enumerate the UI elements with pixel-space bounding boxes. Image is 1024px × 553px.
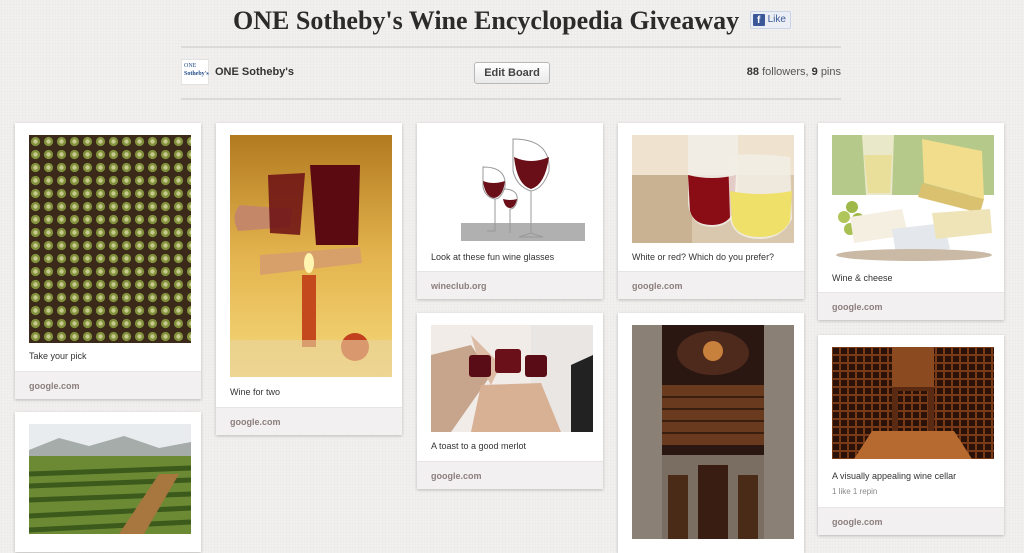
like-label: Like [767,14,786,26]
pin-card[interactable]: A visually appealing wine cellar 1 like … [818,335,1004,535]
pin-description: Wine for two [230,387,281,397]
pin-description: Wine & cheese [832,273,893,283]
pin-stats: 1 like 1 repin [832,487,877,496]
pin-source-link[interactable]: google.com [818,292,1004,320]
pin-card[interactable] [15,412,201,552]
wine-rack-bottles-image[interactable] [29,135,191,343]
edit-board-button[interactable]: Edit Board [474,62,550,84]
wine-glasses-image[interactable] [431,135,593,243]
stone-cellar-image[interactable] [632,325,794,539]
candlelit-toast-image[interactable] [230,135,392,377]
pin-card[interactable]: Wine for two google.com [216,123,402,435]
pins-count: 9 [811,66,818,78]
owner-name-link[interactable]: ONE Sotheby's [215,66,294,78]
pin-source-link[interactable]: google.com [417,461,603,489]
pin-description: Take your pick [29,351,87,361]
pin-source-link[interactable]: google.com [216,407,402,435]
pin-source-link[interactable]: google.com [15,371,201,399]
board-header-bar: ONE Sotheby's ONE Sotheby's Edit Board 8… [181,46,841,100]
pin-source-link[interactable]: wineclub.org [417,271,603,299]
vineyard-image[interactable] [29,424,191,534]
pin-description: A visually appealing wine cellar [832,471,957,481]
followers-label[interactable]: followers, [762,66,808,78]
pin-source-link[interactable]: google.com [818,507,1004,535]
pin-card[interactable]: Wine & cheese google.com [818,123,1004,320]
pin-card[interactable]: White or red? Which do you prefer? googl… [618,123,804,299]
avatar-text-sothebys: Sotheby's [184,71,209,77]
pin-card[interactable]: A toast to a good merlot google.com [417,313,603,489]
board-stats: 88 followers, 9 pins [747,66,841,78]
wine-cheese-image[interactable] [832,135,994,263]
pins-label: pins [820,66,841,78]
pin-source-link[interactable]: google.com [618,271,804,299]
board-title: ONE Sotheby's Wine Encyclopedia Giveaway… [0,6,1024,36]
repin-count[interactable]: 1 repin [853,487,877,496]
pin-card[interactable] [618,313,804,553]
like-count[interactable]: 1 like [832,487,851,496]
avatar-text-one: ONE [184,63,197,69]
merlot-toast-image[interactable] [431,325,593,432]
pin-description: A toast to a good merlot [431,441,527,451]
owner-avatar[interactable]: ONE Sotheby's [181,59,209,85]
pin-description: White or red? Which do you prefer? [632,252,775,262]
facebook-icon: f [752,14,765,27]
facebook-like-button[interactable]: f Like [749,11,791,30]
wine-cellar-image[interactable] [832,347,994,459]
board-title-text: ONE Sotheby's Wine Encyclopedia Giveaway [233,6,740,35]
pin-card[interactable]: Take your pick google.com [15,123,201,399]
red-white-wine-image[interactable] [632,135,794,243]
pin-card[interactable]: Look at these fun wine glasses wineclub.… [417,123,603,299]
followers-count[interactable]: 88 [747,66,759,78]
pin-description: Look at these fun wine glasses [431,252,555,262]
